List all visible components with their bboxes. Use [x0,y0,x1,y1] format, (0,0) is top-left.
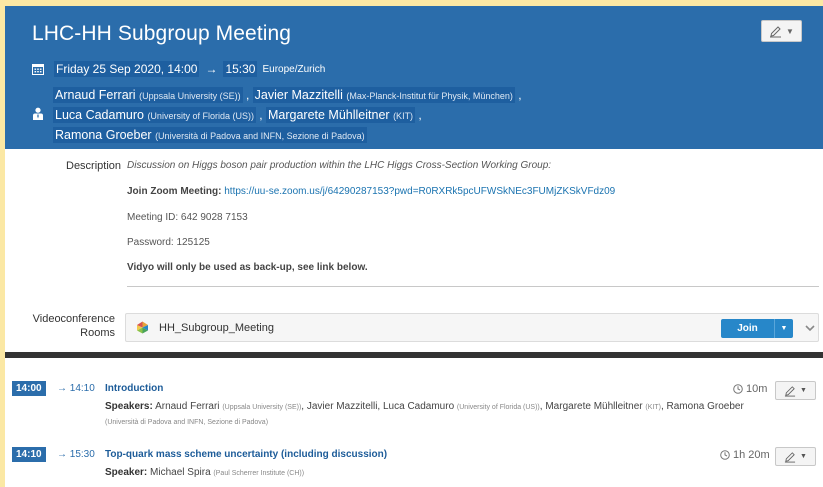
description-label: Description [66,160,122,172]
speaker-name: Ramona Groeber [666,401,744,412]
speaker-name: Michael Spira [150,467,211,478]
videoconference-label-line2: Rooms [80,327,115,339]
entry-start-time: 14:10 [12,447,46,462]
chair-name: Javier Mazzitelli (Max-Planck-Institut f… [252,87,515,103]
event-timezone: Europe/Zurich [262,63,326,75]
chevron-down-icon: ▼ [800,387,807,394]
entry-speakers: Speaker: Michael Spira (Paul Scherrer In… [105,467,305,478]
event-page: LHC-HH Subgroup Meeting ▼ Friday 25 Sep … [5,6,823,487]
entry-title[interactable]: Introduction [105,383,163,394]
speaker-name: Javier Mazzitelli [306,401,378,412]
chair-separator: , [418,108,422,122]
description-text: Discussion on Higgs boson pair productio… [127,160,552,171]
videoconference-label: Videoconference Rooms [15,312,115,340]
speakers-label: Speaker [105,467,144,478]
videoconference-room-name: HH_Subgroup_Meeting [159,322,274,334]
join-dropdown-caret-icon[interactable]: ▼ [775,319,793,338]
chair-name: Luca Cadamuro (University of Florida (US… [53,107,256,123]
pencil-icon [784,451,796,463]
entry-speakers: Speakers: Arnaud Ferrari (Uppsala Univer… [105,401,744,426]
entry-duration-value: 1h 20m [733,449,770,461]
chair-separator: , [259,108,263,122]
speaker-affiliation: (KIT) [645,404,661,411]
chair-entry: Javier Mazzitelli (Max-Planck-Institut f… [252,87,522,103]
entry-duration: 10m [733,383,767,395]
event-header: LHC-HH Subgroup Meeting ▼ Friday 25 Sep … [5,6,823,149]
event-start-datetime: Friday 25 Sep 2020, 14:00 [54,61,200,77]
speaker-affiliation: (Paul Scherrer Institute (CH)) [213,470,305,477]
entry-edit-button[interactable]: ▼ [775,381,816,400]
pencil-icon [770,25,782,37]
zoom-line: Join Zoom Meeting: https://uu-se.zoom.us… [127,186,615,197]
chevron-down-icon[interactable] [805,323,815,333]
chair-affiliation: (KIT) [393,111,414,121]
chair-separator: , [245,88,250,102]
zoom-label: Join Zoom Meeting: [127,186,222,197]
clock-icon [720,450,730,460]
vidyo-logo-icon [137,321,148,334]
description-divider [127,286,819,287]
chairs-list: Arnaud Ferrari (Uppsala University (SE))… [53,86,613,146]
meeting-password: Password: 125125 [127,237,210,248]
chair-name: Margarete Mühlleitner (KIT) [265,107,416,123]
entry-start-time: 14:00 [12,381,46,396]
chair-separator: , [518,88,522,102]
event-date-line: Friday 25 Sep 2020, 14:00 → 15:30 Europe… [32,61,325,77]
meeting-id: Meeting ID: 642 9028 7153 [127,212,248,223]
speaker-affiliation: (University of Florida (US)) [456,404,540,411]
entry-end-time: → 14:10 [57,383,95,394]
chair-name: Arnaud Ferrari (Uppsala University (SE)) [53,87,243,103]
calendar-icon [32,64,44,75]
join-button-label[interactable]: Join [721,319,775,338]
entry-duration-value: 10m [746,383,768,395]
event-edit-button[interactable]: ▼ [761,20,802,42]
clock-icon [733,384,743,394]
speaker-name: Arnaud Ferrari [155,401,220,412]
videoconference-room: HH_Subgroup_Meeting Join ▼ [125,313,819,342]
chair-entry: Ramona Groeber (Università di Padova and… [53,127,367,143]
speaker-name: Margarete Mühlleitner [545,401,643,412]
event-end-time: 15:30 [223,61,258,77]
entry-edit-button[interactable]: ▼ [775,447,816,466]
chair-name: Ramona Groeber (Università di Padova and… [53,127,367,143]
chair-entry: Luca Cadamuro (University of Florida (US… [53,107,263,123]
chair-affiliation: (University of Florida (US)) [147,111,254,121]
entry-duration: 1h 20m [720,449,770,461]
description-section: Description Discussion on Higgs boson pa… [5,149,823,352]
join-button[interactable]: Join ▼ [721,319,793,338]
event-chairs: Arnaud Ferrari (Uppsala University (SE))… [32,86,613,146]
entry-end-time: → 15:30 [57,449,95,460]
vidyo-note: Vidyo will only be used as back-up, see … [127,262,368,273]
chevron-down-icon: ▼ [800,453,807,460]
timetable: 14:00 → 14:10 Introduction Speakers: Arn… [5,358,823,487]
zoom-link[interactable]: https://uu-se.zoom.us/j/64290287153?pwd=… [224,186,615,197]
event-arrow: → [205,62,218,76]
event-title: LHC-HH Subgroup Meeting [32,22,292,45]
chair-entry: Margarete Mühlleitner (KIT) , [265,107,422,123]
chair-affiliation: (Università di Padova and INFN, Sezione … [155,131,365,141]
videoconference-label-line1: Videoconference [32,313,115,325]
speakers-label: Speakers [105,401,150,412]
speaker-affiliation: (Uppsala University (SE)) [222,404,302,411]
chair-entry: Arnaud Ferrari (Uppsala University (SE))… [53,87,249,103]
speaker-affiliation: (Università di Padova and INFN, Sezione … [105,419,269,426]
speaker-name: Luca Cadamuro [382,401,455,412]
chair-affiliation: (Max-Planck-Institut für Physik, München… [346,91,513,101]
chair-affiliation: (Uppsala University (SE)) [139,91,241,101]
person-icon [33,107,43,120]
chevron-down-icon: ▼ [786,26,794,36]
entry-title[interactable]: Top-quark mass scheme uncertainty (inclu… [105,449,387,460]
pencil-icon [784,385,796,397]
